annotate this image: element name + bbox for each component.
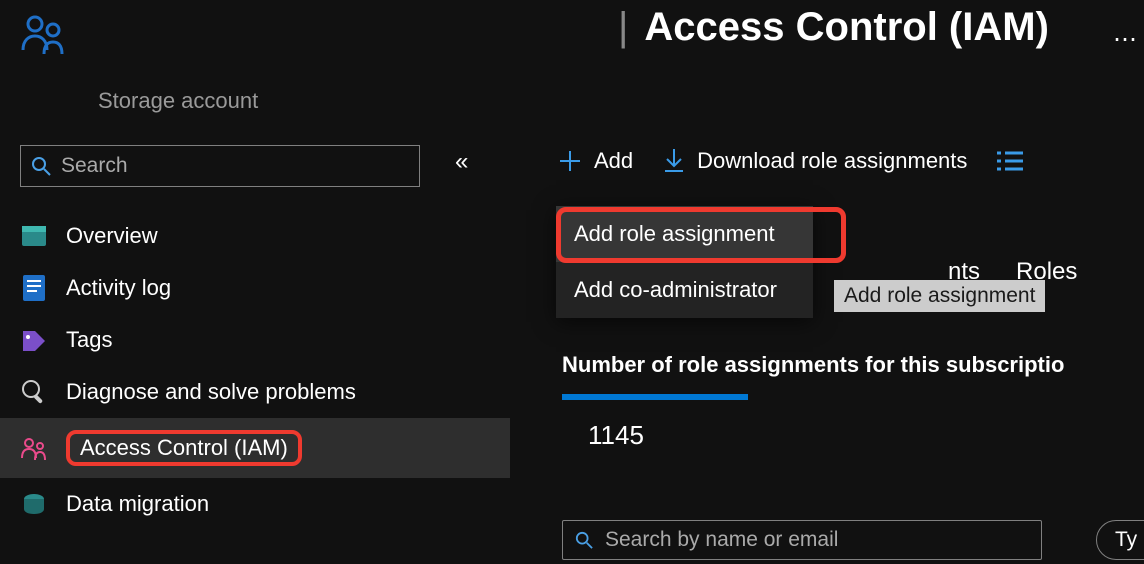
- sidebar-item-data-migration[interactable]: Data migration: [0, 478, 510, 530]
- role-count-progress: [562, 394, 748, 400]
- more-icon[interactable]: ⋯: [1113, 25, 1139, 54]
- sidebar-item-label: Data migration: [66, 491, 209, 517]
- search-by-name-input[interactable]: [605, 528, 1029, 552]
- search-icon: [575, 531, 593, 549]
- sidebar-search[interactable]: [20, 145, 420, 187]
- plus-icon: [558, 149, 582, 173]
- access-control-icon: [20, 434, 48, 462]
- sidebar-item-label: Tags: [66, 327, 112, 353]
- add-role-assignment-item[interactable]: Add role assignment: [556, 206, 813, 262]
- overview-icon: [20, 222, 48, 250]
- type-filter[interactable]: Ty: [1096, 520, 1144, 560]
- sidebar-nav: Overview Activity log Tags Diagnose and …: [0, 210, 510, 530]
- tab-roles[interactable]: Roles: [1016, 258, 1077, 286]
- sidebar-item-label: Overview: [66, 223, 158, 249]
- toolbar-download-label: Download role assignments: [697, 148, 967, 174]
- toolbar-list-button[interactable]: [997, 151, 1023, 171]
- search-icon: [31, 156, 51, 176]
- add-co-administrator-item[interactable]: Add co-administrator: [556, 262, 813, 318]
- diagnose-icon: [20, 378, 48, 406]
- add-dropdown-menu: Add role assignment Add co-administrator: [556, 206, 813, 318]
- sidebar-item-overview[interactable]: Overview: [0, 210, 510, 262]
- sidebar-item-diagnose[interactable]: Diagnose and solve problems: [0, 366, 510, 418]
- tags-icon: [20, 326, 48, 354]
- sidebar-item-access-control[interactable]: Access Control (IAM): [0, 418, 510, 478]
- sidebar-item-label: Diagnose and solve problems: [66, 379, 356, 405]
- role-count-label: Number of role assignments for this subs…: [562, 352, 1064, 378]
- resource-type-label: Storage account: [98, 88, 258, 114]
- search-by-name-field[interactable]: [562, 520, 1042, 560]
- download-role-assignments-button[interactable]: Download role assignments: [663, 148, 967, 174]
- collapse-icon[interactable]: «: [455, 148, 468, 176]
- people-icon: [20, 10, 68, 63]
- sidebar-item-activity-log[interactable]: Activity log: [0, 262, 510, 314]
- sidebar-item-tags[interactable]: Tags: [0, 314, 510, 366]
- activity-log-icon: [20, 274, 48, 302]
- sidebar-item-label: Access Control (IAM): [66, 430, 302, 466]
- toolbar-add-label: Add: [594, 148, 633, 174]
- sidebar-search-input[interactable]: [61, 154, 409, 178]
- sidebar-item-label: Activity log: [66, 275, 171, 301]
- download-icon: [663, 149, 685, 173]
- page-title: | Access Control (IAM): [618, 5, 1049, 50]
- tab-assignments-partial[interactable]: nts: [948, 258, 980, 286]
- role-count-value: 1145: [588, 420, 644, 451]
- add-button[interactable]: Add: [558, 148, 633, 174]
- data-migration-icon: [20, 490, 48, 518]
- list-icon: [997, 151, 1023, 171]
